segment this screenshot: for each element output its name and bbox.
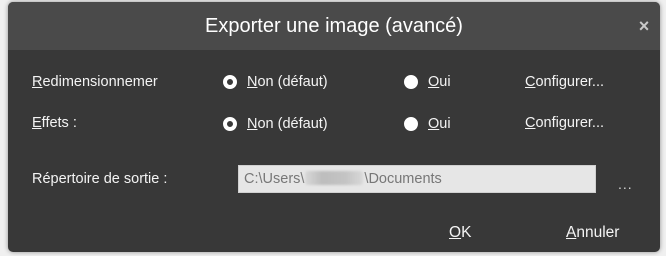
effects-option-no[interactable]: Non (défaut) bbox=[223, 116, 328, 132]
radio-checked-icon bbox=[223, 75, 237, 89]
resize-option-yes[interactable]: Oui bbox=[404, 74, 451, 90]
resize-label: Redimensionnemer bbox=[32, 74, 158, 90]
radio-checked-icon bbox=[223, 117, 237, 131]
effects-option-no-label: Non (défaut) bbox=[247, 116, 328, 132]
effects-label: Effets : bbox=[32, 115, 77, 131]
close-button[interactable]: × bbox=[632, 14, 656, 38]
redacted-username bbox=[305, 171, 364, 185]
effects-option-yes[interactable]: Oui bbox=[404, 116, 451, 132]
ok-button[interactable]: OK bbox=[449, 224, 471, 242]
output-directory-label: Répertoire de sortie : bbox=[32, 171, 168, 187]
cancel-button[interactable]: Annuler bbox=[566, 224, 619, 242]
title-bar[interactable]: Exporter une image (avancé) × bbox=[8, 2, 660, 50]
radio-unchecked-icon bbox=[404, 117, 418, 131]
effects-option-yes-label: Oui bbox=[428, 116, 451, 132]
export-image-advanced-dialog: Exporter une image (avancé) × Redimensio… bbox=[8, 2, 660, 252]
resize-option-yes-label: Oui bbox=[428, 74, 451, 90]
radio-unchecked-icon bbox=[404, 75, 418, 89]
browse-button[interactable]: ... bbox=[618, 176, 633, 192]
resize-option-no-label: Non (défaut) bbox=[247, 74, 328, 90]
effects-configure-link[interactable]: Configurer... bbox=[525, 115, 604, 131]
output-directory-field[interactable]: C:\Users\ \Documents bbox=[238, 165, 596, 193]
close-icon: × bbox=[638, 16, 650, 36]
resize-option-no[interactable]: Non (défaut) bbox=[223, 74, 328, 90]
dialog-title: Exporter une image (avancé) bbox=[205, 15, 463, 37]
resize-configure-link[interactable]: Configurer... bbox=[525, 74, 604, 90]
